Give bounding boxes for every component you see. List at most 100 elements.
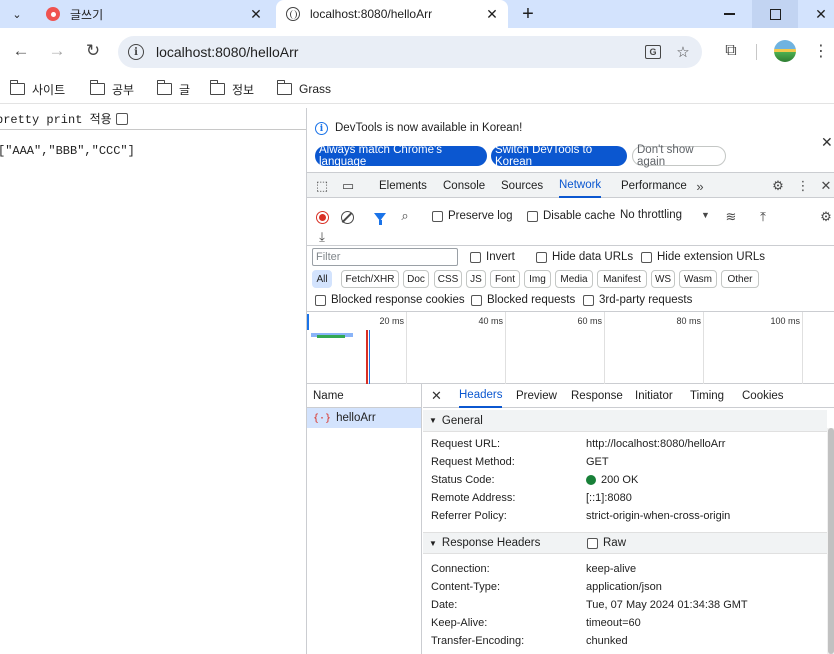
device-toolbar-icon[interactable]: ▭ xyxy=(339,177,357,195)
window-close-button[interactable]: ✕ xyxy=(798,0,834,28)
reload-button[interactable]: ↻ xyxy=(78,36,108,66)
match-language-button[interactable]: Always match Chrome's language xyxy=(315,144,487,168)
type-filter-media[interactable]: Media xyxy=(555,270,593,288)
panel-tab-elements[interactable]: Elements xyxy=(379,173,427,198)
panel-tab-sources[interactable]: Sources xyxy=(501,173,543,198)
import-har-icon[interactable]: ⤒ xyxy=(754,208,772,226)
pretty-print-checkbox[interactable] xyxy=(115,112,128,125)
detail-tab-timing[interactable]: Timing xyxy=(690,384,724,408)
checkbox[interactable] xyxy=(641,251,652,263)
bookmark-label: 글 xyxy=(179,82,191,97)
type-filter-js[interactable]: JS xyxy=(466,270,486,288)
bookmark-folder[interactable]: 글 xyxy=(156,80,191,98)
third-party-checkbox[interactable]: 3rd-party requests xyxy=(583,294,692,306)
new-tab-button[interactable]: + xyxy=(514,0,542,28)
response-headers-section-header[interactable]: ▼ Response Headers Raw xyxy=(423,532,827,554)
close-icon[interactable]: ✕ xyxy=(817,177,834,195)
checkbox[interactable] xyxy=(587,537,598,549)
checkbox[interactable] xyxy=(315,294,326,306)
blocked-requests-checkbox[interactable]: Blocked requests xyxy=(471,294,575,306)
network-overview-timeline[interactable]: 20 ms 40 ms 60 ms 80 ms 100 ms xyxy=(307,312,834,384)
tab-search-button[interactable]: ⌄ xyxy=(4,2,30,26)
chrome-menu-button[interactable]: ⋮ xyxy=(806,36,834,66)
request-list-header[interactable]: Name xyxy=(307,384,421,408)
checkbox-label: Hide extension URLs xyxy=(657,251,766,263)
type-filter-manifest[interactable]: Manifest xyxy=(597,270,647,288)
type-filter-fetch[interactable]: Fetch/XHR xyxy=(341,270,399,288)
panel-tab-network[interactable]: Network xyxy=(559,173,602,198)
close-icon[interactable]: ✕ xyxy=(431,388,442,404)
bookmark-label: 공부 xyxy=(112,82,135,97)
close-icon[interactable]: ✕ xyxy=(821,134,833,151)
bookmark-folder[interactable]: 정보 xyxy=(209,80,254,98)
bookmark-folder[interactable]: 사이트 xyxy=(9,80,65,98)
type-filter-other[interactable]: Other xyxy=(721,270,759,288)
checkbox[interactable] xyxy=(527,210,538,222)
maximize-button[interactable] xyxy=(752,0,798,28)
type-filter-wasm[interactable]: Wasm xyxy=(679,270,717,288)
disable-cache-checkbox[interactable]: Disable cache xyxy=(527,210,615,222)
wifi-icon[interactable]: ≋ xyxy=(722,208,740,226)
search-icon[interactable]: ⌕ xyxy=(396,207,414,225)
detail-tab-initiator[interactable]: Initiator xyxy=(635,384,673,408)
address-bar[interactable]: i localhost:8080/helloArr G ☆ xyxy=(118,36,702,68)
detail-tab-headers[interactable]: Headers xyxy=(459,384,503,408)
record-button[interactable] xyxy=(313,208,331,226)
preserve-log-checkbox[interactable]: Preserve log xyxy=(432,210,513,222)
general-section-header[interactable]: ▼ General xyxy=(423,410,827,432)
type-filter-all[interactable]: All xyxy=(312,270,332,288)
detail-scrollbar[interactable] xyxy=(827,428,834,654)
gear-icon[interactable]: ⚙ xyxy=(769,177,787,195)
clear-button[interactable] xyxy=(338,208,356,226)
detail-tab-response[interactable]: Response xyxy=(571,384,623,408)
checkbox[interactable] xyxy=(471,294,482,306)
url-text[interactable]: localhost:8080/helloArr xyxy=(156,44,642,60)
back-button[interactable]: ← xyxy=(6,36,36,66)
detail-tab-cookies[interactable]: Cookies xyxy=(742,384,784,408)
raw-checkbox[interactable]: Raw xyxy=(587,537,626,549)
panel-tab-console[interactable]: Console xyxy=(443,173,485,198)
filter-input[interactable]: Filter xyxy=(312,248,458,266)
checkbox[interactable] xyxy=(470,251,481,263)
type-filter-img[interactable]: Img xyxy=(524,270,551,288)
bookmark-folder[interactable]: Grass xyxy=(276,80,331,98)
inspect-element-icon[interactable]: ⬚ xyxy=(313,177,331,195)
more-tabs-icon[interactable]: » xyxy=(691,177,709,195)
forward-button[interactable]: → xyxy=(42,36,72,66)
header-key: Content-Type: xyxy=(431,581,501,593)
gear-icon[interactable]: ⚙ xyxy=(817,208,834,226)
checkbox[interactable] xyxy=(432,210,443,222)
close-icon[interactable]: ✕ xyxy=(246,4,266,24)
type-filter-font[interactable]: Font xyxy=(490,270,520,288)
site-info-icon[interactable]: i xyxy=(128,44,144,60)
minimize-button[interactable] xyxy=(706,0,752,28)
export-har-icon[interactable]: ⤓ xyxy=(313,228,331,246)
request-row[interactable]: {·} helloArr xyxy=(307,408,421,428)
bookmark-folder[interactable]: 공부 xyxy=(89,80,135,98)
dont-show-again-button[interactable]: Don't show again xyxy=(632,144,726,168)
filter-toggle-button[interactable] xyxy=(371,208,389,226)
type-filter-ws[interactable]: WS xyxy=(651,270,675,288)
detail-tab-preview[interactable]: Preview xyxy=(516,384,557,408)
hide-data-urls-checkbox[interactable]: Hide data URLs xyxy=(536,251,633,263)
throttling-select[interactable]: No throttling xyxy=(620,209,682,221)
tab-write[interactable]: 글쓰기 ✕ xyxy=(32,0,272,28)
switch-korean-button[interactable]: Switch DevTools to Korean xyxy=(491,144,627,168)
profile-button[interactable] xyxy=(770,36,800,66)
hide-extension-urls-checkbox[interactable]: Hide extension URLs xyxy=(641,251,765,263)
blocked-response-cookies-checkbox[interactable]: Blocked response cookies xyxy=(315,294,465,306)
panel-tab-performance[interactable]: Performance xyxy=(621,173,687,198)
translate-button[interactable]: G xyxy=(642,41,664,63)
extensions-button[interactable]: ⧉ xyxy=(716,36,746,66)
checkbox[interactable] xyxy=(583,294,594,306)
close-icon[interactable]: ✕ xyxy=(482,4,502,24)
scrollbar-thumb[interactable] xyxy=(828,428,834,654)
checkbox[interactable] xyxy=(536,251,547,263)
bookmark-star-icon[interactable]: ☆ xyxy=(672,41,694,63)
tab-localhost[interactable]: localhost:8080/helloArr ✕ xyxy=(276,0,508,28)
type-filter-css[interactable]: CSS xyxy=(434,270,462,288)
caret-down-icon[interactable]: ▼ xyxy=(701,210,710,220)
kebab-menu-icon[interactable]: ⋮ xyxy=(794,177,812,195)
type-filter-doc[interactable]: Doc xyxy=(403,270,429,288)
invert-checkbox[interactable]: Invert xyxy=(470,251,515,263)
